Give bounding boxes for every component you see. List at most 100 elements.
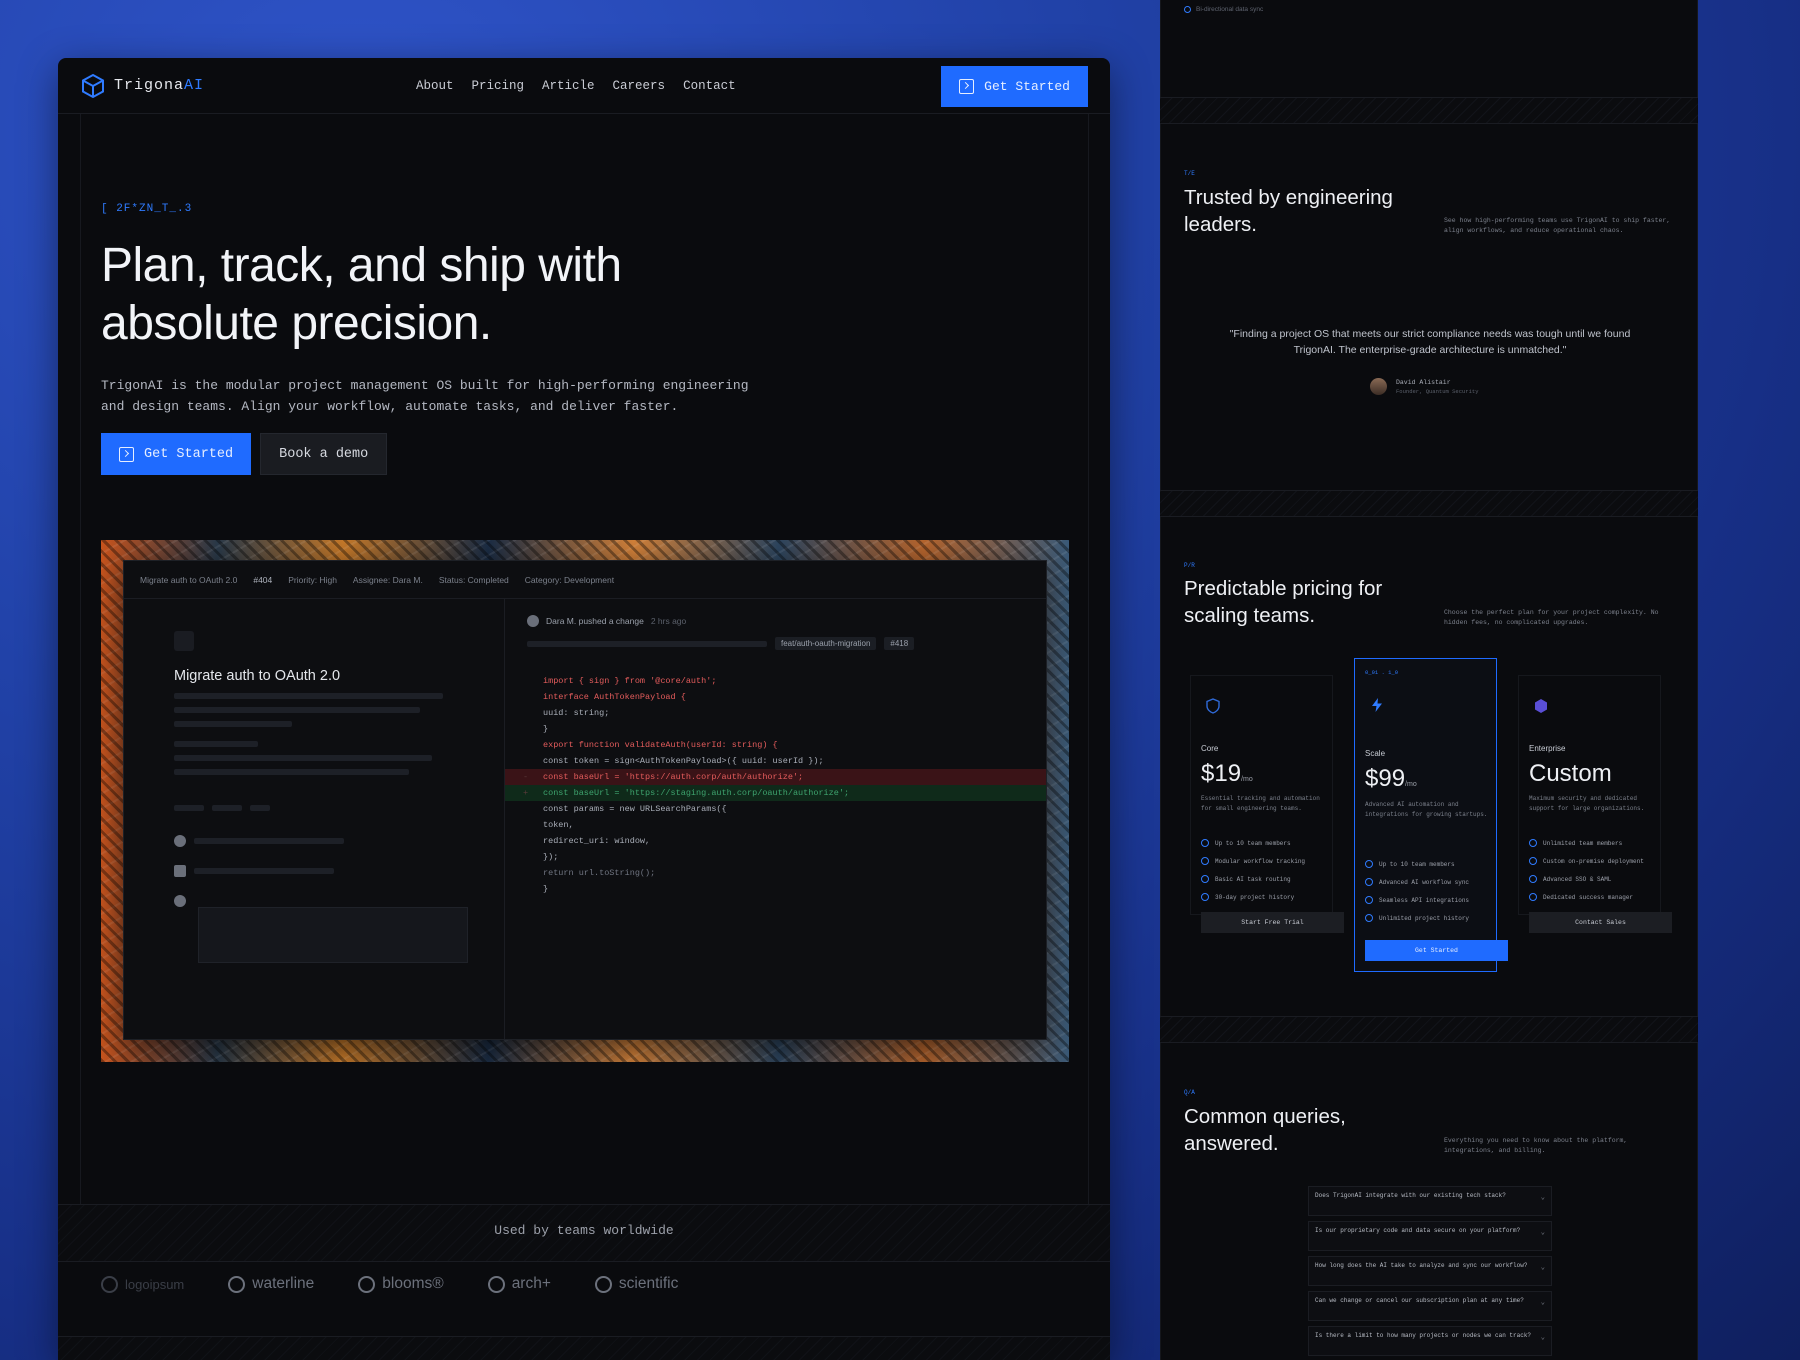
faq-eyebrow: Q/A [1184,1089,1195,1096]
logo-mark-icon [101,1275,118,1293]
faq-item[interactable]: Is our proprietary code and data secure … [1308,1221,1552,1251]
activity-item [174,865,454,877]
nav-link-careers[interactable]: Careers [613,79,666,93]
plan-feature: Advanced SSO & SAML [1529,870,1644,888]
check-circle-icon [1529,893,1537,901]
check-circle-icon [1529,839,1537,847]
code-line: } [543,724,549,734]
faq-list: Does TrigonAI integrate with our existin… [1308,1186,1552,1360]
chevron-down-icon: ⌄ [1540,1334,1545,1342]
plan-feature: Up to 10 team members [1201,834,1305,852]
plan-features: Up to 10 team members Advanced AI workfl… [1365,855,1469,927]
terminal-icon [959,79,975,94]
brand-blooms: blooms® [358,1275,444,1293]
task-id: #404 [253,574,273,585]
faq-item[interactable]: Is there a limit to how many projects or… [1308,1326,1552,1356]
pr-chip[interactable]: #418 [884,637,915,650]
start-free-trial-button[interactable]: Start Free Trial [1201,912,1344,933]
nav-link-about[interactable]: About [416,79,454,93]
shield-icon [1206,698,1220,714]
task-title: Migrate auth to OAuth 2.0 [174,668,341,684]
plan-features: Up to 10 team members Modular workflow t… [1201,834,1305,906]
plan-feature: Custom on-premise deployment [1529,852,1644,870]
hero-section: [ 2F*ZN_T_.3 Plan, track, and ship with … [101,203,1081,475]
plan-feature: Advanced AI workflow sync [1365,873,1469,891]
plan-price: $99/mo [1365,765,1417,792]
faq-title: Common queries, answered. [1184,1105,1346,1155]
hexagon-gem-icon [1535,699,1547,713]
testimonials-title: Trusted by engineering leaders. [1184,186,1393,236]
code-line: export function validateAuth(userId: str… [543,740,778,750]
task-detail-panel: Migrate auth to OAuth 2.0 [138,613,468,1023]
scale-get-started-button[interactable]: Get Started [1365,940,1508,961]
used-by-label: Used by teams worldwide [494,1223,674,1238]
pricing-eyebrow: P/R [1184,562,1195,569]
hero-eyebrow: [ 2F*ZN_T_.3 [101,203,193,215]
faq-item[interactable]: How long does the AI take to analyze and… [1308,1256,1552,1286]
left-rail [80,114,81,1204]
hero-cta-group: Get Started Book a demo [101,433,1081,475]
faq-item[interactable]: Does TrigonAI integrate with our existin… [1308,1186,1552,1216]
brand-logo[interactable]: TrigonaAI [80,73,204,99]
plan-feature: Basic AI task routing [1201,870,1305,888]
nav-link-pricing[interactable]: Pricing [472,79,525,93]
book-demo-button[interactable]: Book a demo [260,433,388,475]
code-line: import { sign } from '@core/auth'; [543,676,717,686]
divider-band [1160,97,1698,124]
landing-page-scroll-preview: Bi-directional data sync T/E Trusted by … [1160,0,1698,1360]
task-priority: Priority: High [288,574,337,585]
code-line: uuid: string; [543,708,610,718]
plan-enterprise: Enterprise Custom Maximum security and d… [1518,675,1672,933]
code-line: const params = new URLSearchParams({ [543,804,727,814]
task-assignee: Assignee: Dara M. [352,574,423,585]
chevron-down-icon: ⌄ [1540,1229,1545,1237]
lightning-icon [1372,698,1382,712]
task-description-placeholder [174,693,454,783]
terminal-icon [119,446,134,462]
brand-name: TrigonaAI [114,77,205,94]
comment-box[interactable] [198,907,468,963]
testimonials-aside: See how high-performing teams use Trigon… [1444,217,1671,234]
plan-price: $19/mo [1201,760,1253,787]
commit-summary: feat/auth-oauth-migration #418 [527,637,915,650]
task-category: Category: Development [524,574,615,585]
testimonial-author: David Alistair Founder, Quantum Security [1370,378,1479,395]
plan-feature: Up to 10 team members [1365,855,1469,873]
product-preview: Migrate auth to OAuth 2.0 #404 Priority:… [101,540,1069,1062]
logo-mark-icon [487,1275,505,1293]
commit-header: Dara M. pushed a change 2 hrs ago [527,615,686,627]
code-diff-panel: Dara M. pushed a change 2 hrs ago feat/a… [504,599,1046,1039]
divider-band [1160,490,1698,517]
hero-get-started-button[interactable]: Get Started [101,433,252,475]
check-circle-icon [1365,860,1373,868]
hexagon-cube-icon [82,73,104,98]
code-line: }); [543,852,559,862]
check-circle-icon [1365,878,1373,886]
logo-mark-icon [228,1275,246,1293]
nav-link-article[interactable]: Article [542,79,595,93]
contact-sales-button[interactable]: Contact Sales [1529,912,1672,933]
branch-chip[interactable]: feat/auth-oauth-migration [775,637,877,650]
divider-band [58,1336,1110,1360]
divider-band [1160,1016,1698,1043]
code-line: interface AuthTokenPayload { [543,692,686,702]
faq-item[interactable]: Can we change or cancel our subscription… [1308,1291,1552,1321]
nav-get-started-button[interactable]: Get Started [941,66,1088,107]
code-line: token, [543,820,574,830]
check-circle-icon [1201,839,1209,847]
plan-feature: Dedicated success manager [1529,888,1644,906]
chevron-down-icon: ⌄ [1540,1264,1545,1272]
brand-scientific: scientific [594,1275,678,1293]
nav-link-contact[interactable]: Contact [683,79,736,93]
chevron-down-icon: ⌄ [1540,1299,1545,1307]
plan-name: Core [1201,744,1219,753]
hero-description: TrigonAI is the modular project manageme… [101,378,749,414]
check-circle-icon [1529,875,1537,883]
logo-mark-icon [594,1275,612,1293]
brand-logoipsum: logoipsum [101,1275,184,1293]
plan-description: Essential tracking and automation for sm… [1201,795,1320,812]
plan-description: Maximum security and dedicated support f… [1529,795,1645,812]
check-circle-icon [1365,914,1373,922]
pricing-plans: Core $19/mo Essential tracking and autom… [1190,658,1676,972]
author-name: David Alistair [1396,378,1451,386]
